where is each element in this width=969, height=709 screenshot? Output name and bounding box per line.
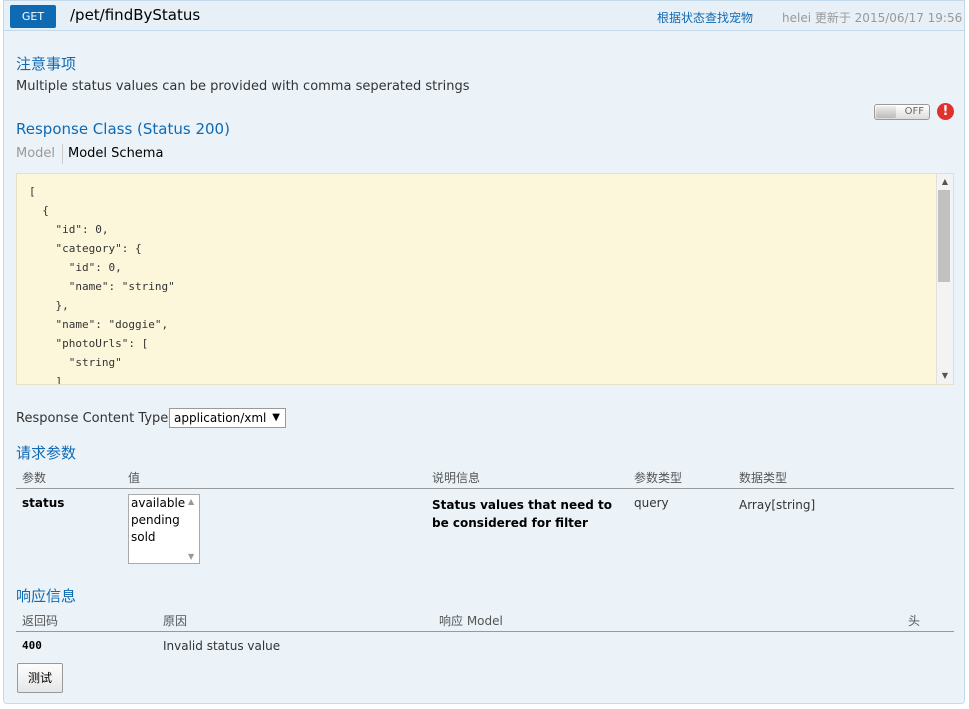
chevron-down-icon[interactable]: ▼	[272, 409, 280, 427]
http-method-badge[interactable]: GET	[10, 5, 56, 28]
listbox-scrollbar[interactable]: ▲ ▼	[185, 495, 199, 563]
response-content-type-select[interactable]: application/xml ▼	[169, 408, 286, 428]
tab-divider	[62, 144, 63, 164]
model-schema-code[interactable]: [ { "id": 0, "category": { "id": 0, "nam…	[17, 174, 953, 384]
response-header-divider	[16, 631, 954, 632]
operation-content: 注意事项 Multiple status values can be provi…	[4, 31, 964, 703]
response-col-model: 响应 Model	[439, 614, 503, 628]
scroll-down-icon[interactable]: ▼	[937, 369, 953, 383]
operation-heading[interactable]: GET /pet/findByStatus 根据状态查找宠物 helei 更新于…	[4, 1, 964, 31]
scroll-down-icon[interactable]: ▼	[188, 552, 194, 561]
error-icon[interactable]: !	[937, 103, 954, 120]
select-value: application/xml	[174, 411, 267, 425]
status-listbox[interactable]: available pending sold ▲ ▼	[128, 494, 200, 564]
response-content-type-label: Response Content Type	[16, 411, 169, 426]
param-description: Status values that need to be considered…	[432, 498, 612, 530]
param-col-data-type: 数据类型	[739, 471, 788, 485]
operation-summary[interactable]: 根据状态查找宠物	[657, 9, 753, 26]
response-col-reason: 原因	[163, 614, 188, 628]
responses-title: 响应信息	[16, 587, 77, 605]
toggle-label: OFF	[904, 106, 924, 117]
response-class-title: Response Class (Status 200)	[16, 120, 230, 138]
scrollbar-thumb[interactable]	[938, 190, 950, 282]
scroll-up-icon[interactable]: ▲	[188, 497, 194, 506]
param-col-name: 参数	[22, 471, 47, 485]
tab-model-schema[interactable]: Model Schema	[68, 146, 163, 161]
response-col-headers: 头	[908, 614, 921, 628]
response-code: 400	[22, 639, 42, 652]
notes-text: Multiple status values can be provided w…	[16, 79, 470, 94]
scroll-up-icon[interactable]: ▲	[937, 175, 953, 189]
param-type: query	[634, 496, 669, 510]
param-col-description: 说明信息	[432, 471, 481, 485]
toggle-knob[interactable]	[876, 106, 896, 118]
param-name: status	[22, 496, 65, 510]
param-data-type: Array[string]	[739, 498, 816, 512]
auth-toggle[interactable]: OFF	[874, 104, 930, 120]
model-schema-box[interactable]: [ { "id": 0, "category": { "id": 0, "nam…	[16, 173, 954, 385]
operation-meta: helei 更新于 2015/06/17 19:56	[782, 11, 963, 25]
schema-scrollbar[interactable]: ▲ ▼	[936, 174, 953, 384]
tab-model[interactable]: Model	[16, 146, 55, 161]
param-col-param-type: 参数类型	[634, 471, 683, 485]
notes-title: 注意事项	[16, 55, 77, 73]
response-reason: Invalid status value	[163, 639, 281, 653]
endpoint-path[interactable]: /pet/findByStatus	[70, 6, 200, 24]
response-col-code: 返回码	[22, 614, 59, 628]
parameters-title: 请求参数	[16, 444, 77, 462]
operation-panel: GET /pet/findByStatus 根据状态查找宠物 helei 更新于…	[3, 0, 965, 704]
param-col-value: 值	[128, 471, 141, 485]
try-it-button[interactable]: 测试	[17, 663, 63, 693]
param-header-divider	[16, 488, 954, 489]
